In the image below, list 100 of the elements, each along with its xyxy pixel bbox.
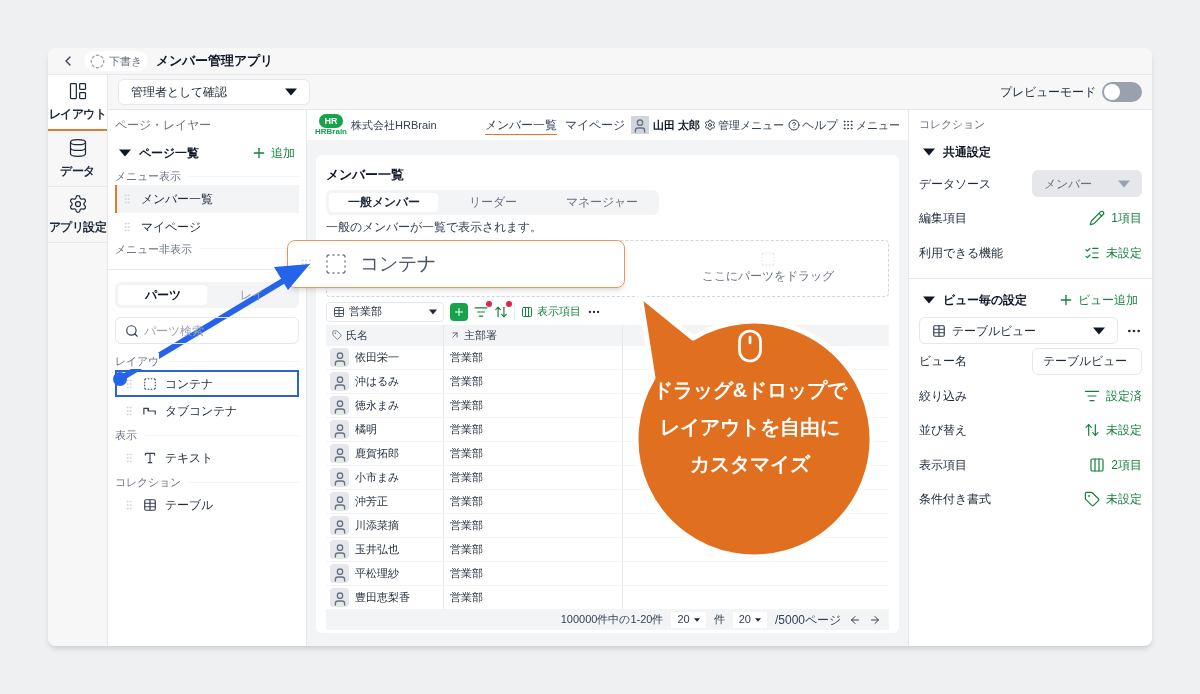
drag-handle-icon — [121, 192, 133, 205]
view-name-input[interactable]: テーブルビュー — [1032, 347, 1142, 375]
dashed-square-icon — [759, 251, 776, 267]
plus-icon — [1058, 292, 1074, 308]
drag-handle-icon — [123, 404, 135, 417]
section-title: 共通設定 — [943, 143, 991, 161]
sort-icon — [1084, 422, 1100, 439]
table-cell-text: 営業部 — [450, 517, 483, 533]
rail-tab[interactable]: アプリ設定 — [48, 187, 107, 243]
avatar — [330, 515, 349, 535]
preview-mode-label: プレビューモード — [1000, 84, 1096, 101]
table-cell-text: 営業部 — [450, 565, 483, 581]
drag-handle-icon — [123, 377, 135, 390]
setting-link[interactable]: 未設定 — [1106, 243, 1142, 262]
setting-link[interactable]: 未設定 — [1106, 490, 1142, 509]
table-cell-text: 営業部 — [450, 445, 483, 461]
arrow-icon — [450, 330, 460, 340]
table-cell-text: 沖はるみ — [355, 373, 399, 389]
setting-label: 表示項目 — [919, 456, 967, 474]
plus-icon — [251, 145, 267, 161]
preview-toggle[interactable] — [1102, 82, 1142, 102]
setting-label: 編集項目 — [919, 210, 967, 228]
part-item[interactable]: タブコンテナ — [115, 397, 299, 424]
avatar — [330, 371, 349, 391]
callout-text: ドラッグ&ドロップで — [652, 378, 848, 403]
table-icon — [932, 323, 946, 338]
tag-icon — [332, 330, 342, 340]
avatar — [330, 587, 349, 607]
text-icon — [143, 450, 157, 465]
dashed-circle-icon — [90, 53, 105, 69]
nav-link[interactable]: マイページ — [564, 116, 625, 134]
nav-link[interactable]: メンバー一覧 — [484, 115, 557, 135]
table-cell-text: 玉井弘也 — [355, 541, 399, 557]
page-total: /5000ページ — [774, 611, 841, 629]
setting-label: 並び替え — [919, 422, 967, 440]
filter-icon — [474, 304, 488, 319]
role-select[interactable]: 管理者として確認 — [118, 79, 310, 105]
setting-link[interactable]: 2項目 — [1111, 455, 1142, 474]
column-header: 氏名 — [326, 324, 444, 346]
avatar — [330, 443, 349, 463]
table-icon — [143, 497, 157, 512]
add-page-button[interactable]: 追加 — [251, 144, 295, 162]
setting-label: ビュー名 — [919, 353, 967, 371]
table-cell-text: 営業部 — [450, 349, 483, 365]
avatar — [330, 467, 349, 487]
setting-label: データソース — [919, 175, 991, 193]
add-view-button[interactable]: ビュー追加 — [1058, 291, 1138, 309]
group-label: メニュー表示 — [115, 169, 181, 184]
rail-tab[interactable]: レイアウト — [48, 75, 107, 131]
admin-menu-link[interactable]: 管理メニュー — [704, 116, 784, 134]
caret-icon — [285, 88, 297, 96]
setting-link[interactable]: 未設定 — [1106, 421, 1142, 440]
table-cell-text: 営業部 — [450, 421, 483, 437]
menu-link[interactable]: メニュー — [842, 116, 900, 134]
setting-label: 利用できる機能 — [919, 244, 1003, 262]
app-title: メンバー管理アプリ — [156, 52, 273, 71]
grid-icon — [842, 119, 854, 131]
view-select[interactable]: 営業部 — [326, 301, 444, 322]
part-item[interactable]: テーブル — [115, 491, 299, 518]
columns-icon — [1089, 456, 1106, 473]
view-type-select[interactable]: テーブルビュー — [919, 317, 1118, 344]
table-cell-text: 小市まみ — [355, 469, 399, 485]
setting-link[interactable]: 設定済 — [1106, 386, 1142, 405]
member-tab[interactable]: 一般メンバー — [329, 192, 438, 212]
search-icon — [125, 324, 139, 338]
plus-icon — [453, 305, 465, 318]
table-cell-text: 豊田恵梨香 — [355, 589, 410, 605]
table-cell-text: 平松理紗 — [355, 565, 399, 581]
avatar — [330, 347, 349, 367]
group-label: メニュー非表示 — [115, 241, 192, 257]
part-item[interactable]: コンテナ — [115, 370, 299, 397]
caret-icon — [1093, 326, 1105, 335]
add-button[interactable] — [450, 302, 468, 321]
drop-hint: ここにパーツをドラッグ — [701, 268, 834, 285]
settings-icon — [67, 193, 88, 214]
panel-tab[interactable]: パーツ — [118, 285, 207, 305]
avatar — [330, 491, 349, 511]
help-link[interactable]: ヘルプ — [788, 116, 838, 134]
caret-icon — [693, 617, 700, 622]
per-page-select[interactable]: 20 — [671, 611, 706, 628]
member-tab[interactable]: リーダー — [438, 192, 547, 212]
avatar — [330, 419, 349, 439]
page-item[interactable]: マイページ — [115, 212, 299, 241]
previous-page-icon[interactable] — [849, 613, 861, 626]
avatar — [330, 395, 349, 415]
pencil-icon — [1089, 210, 1106, 227]
columns-icon — [521, 305, 533, 318]
setting-link[interactable]: 1項目 — [1111, 209, 1142, 228]
description: 一般のメンバーが一覧で表示されます。 — [326, 218, 543, 236]
settings-icon — [704, 119, 716, 131]
table-cell-text: 営業部 — [450, 541, 483, 557]
rail-tab[interactable]: データ — [48, 131, 107, 187]
dragged-container-card[interactable]: コンテナ — [287, 240, 625, 288]
member-tab[interactable]: マネージャー — [547, 192, 656, 212]
columns-button[interactable]: 表示項目 — [514, 303, 581, 320]
next-page-icon[interactable] — [869, 613, 881, 626]
table-cell-text: 営業部 — [450, 373, 483, 389]
page-select[interactable]: 20 — [732, 611, 767, 628]
part-item[interactable]: テキスト — [115, 444, 299, 471]
page-item[interactable]: メンバー一覧 — [115, 184, 299, 213]
